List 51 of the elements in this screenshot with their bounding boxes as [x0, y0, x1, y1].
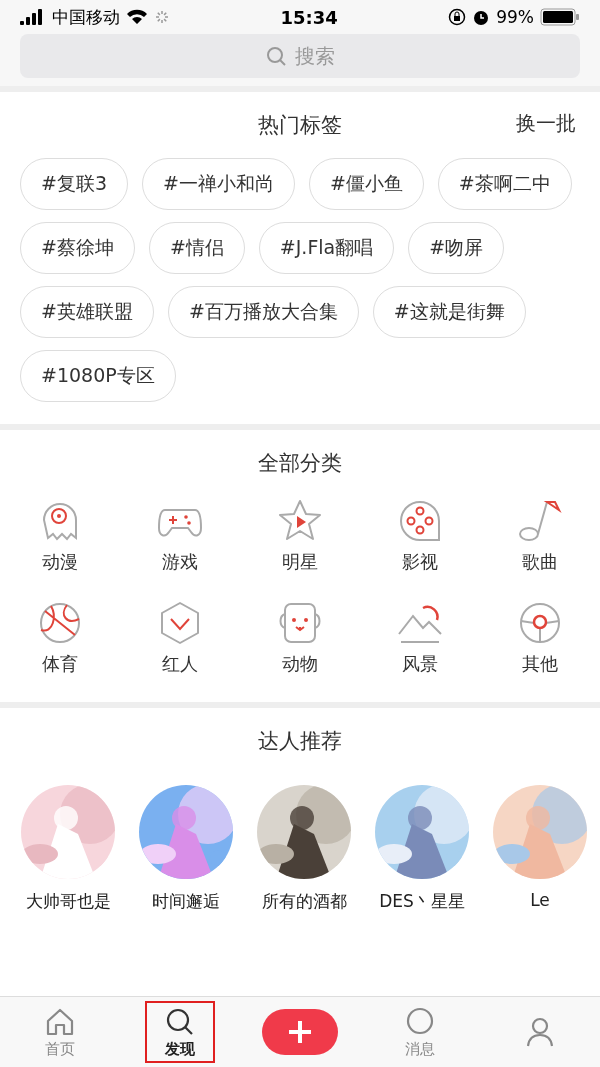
battery-percent: 99% [496, 7, 534, 27]
section-title: 热门标签 [258, 112, 342, 139]
tag-chip[interactable]: #百万播放大合集 [167, 286, 359, 338]
film-reel-icon [397, 498, 443, 544]
battery-icon [540, 8, 580, 26]
category-item[interactable]: 歌曲 [480, 498, 600, 574]
section-title: 达人推荐 [258, 728, 342, 755]
user-name[interactable]: 所有的酒都 [261, 890, 347, 913]
tag-chip[interactable]: #一禅小和尚 [142, 158, 295, 210]
category-item[interactable]: 风景 [360, 600, 480, 676]
tag-chip[interactable]: #情侣 [148, 222, 245, 274]
tag-chip[interactable]: #蔡徐坤 [20, 222, 135, 274]
tag-chip[interactable]: #J.Fla翻唱 [258, 222, 395, 274]
rotation-lock-icon [448, 8, 467, 26]
tab-item[interactable]: 首页 [25, 1001, 95, 1063]
search-icon [265, 45, 287, 67]
tag-chip[interactable]: #僵小鱼 [308, 158, 424, 210]
category-item[interactable]: 动物 [240, 600, 360, 676]
tab-item[interactable]: 发现 [145, 1001, 215, 1063]
carrier-name: 中国移动 [52, 5, 120, 29]
tag-chip[interactable]: #吻屏 [408, 222, 505, 274]
plus-icon [287, 1019, 313, 1045]
user-name[interactable]: DES丶星星 [379, 890, 465, 913]
category-item[interactable]: 明星 [240, 498, 360, 574]
wifi-icon [126, 9, 148, 25]
user-name[interactable]: 时间邂逅 [152, 890, 220, 913]
category-item[interactable]: 红人 [120, 600, 240, 676]
person-icon [524, 1016, 556, 1048]
loading-icon [154, 9, 170, 25]
tag-chip[interactable]: #1080P专区 [20, 350, 176, 402]
alarm-icon [472, 8, 491, 26]
refresh-link[interactable]: 换一批 [516, 110, 576, 137]
category-item[interactable]: 动漫 [0, 498, 120, 574]
add-button[interactable] [262, 1009, 338, 1055]
tag-chip[interactable]: #这就是街舞 [372, 286, 526, 338]
dog-face-icon [277, 600, 323, 646]
basketball-icon [37, 600, 83, 646]
category-item[interactable]: 游戏 [120, 498, 240, 574]
steering-wheel-icon [517, 600, 563, 646]
user-name[interactable]: 大帅哥也是 [25, 890, 111, 913]
category-item[interactable]: 体育 [0, 600, 120, 676]
music-note-icon [517, 498, 563, 544]
user-name[interactable]: Le [530, 890, 550, 910]
tag-chip[interactable]: #茶啊二中 [437, 158, 572, 210]
status-time: 15:34 [280, 6, 338, 28]
category-item[interactable]: 其他 [480, 600, 600, 676]
tag-chip[interactable]: #复联3 [20, 158, 128, 210]
section-title: 全部分类 [258, 450, 342, 477]
category-item[interactable]: 影视 [360, 498, 480, 574]
tag-chip[interactable]: #英雄联盟 [20, 286, 154, 338]
tab-item[interactable]: 消息 [385, 1001, 455, 1063]
